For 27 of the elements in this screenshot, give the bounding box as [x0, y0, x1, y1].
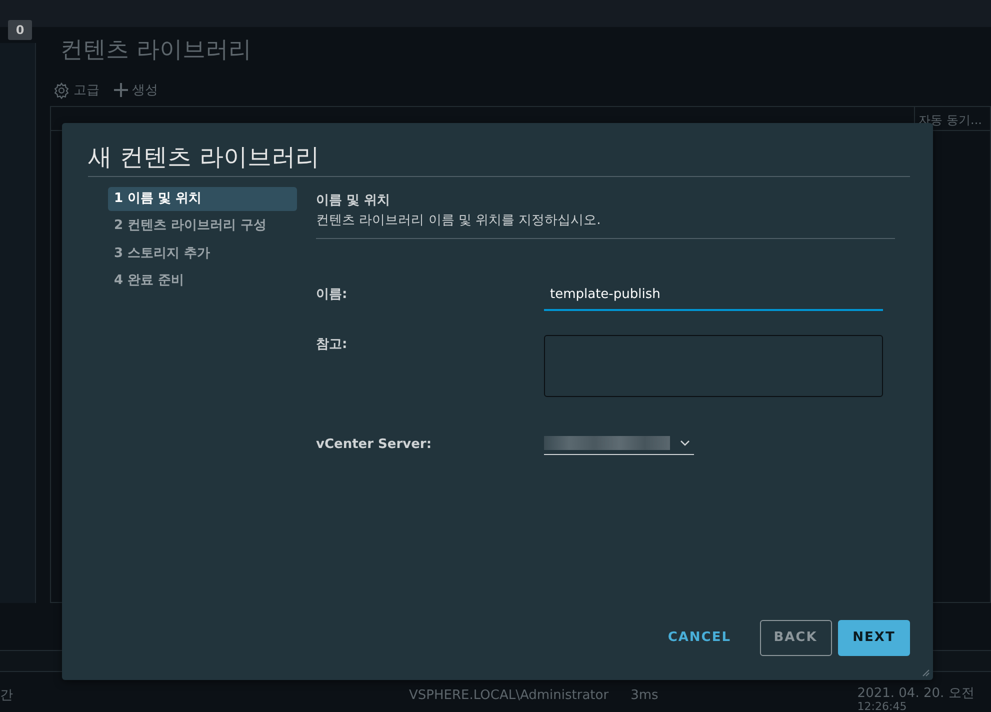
status-text: 간 — [0, 687, 13, 705]
date-text: 2021. 04. 20. 오전 — [857, 687, 974, 701]
advanced-button[interactable]: 고급 — [53, 80, 100, 100]
plus-icon — [112, 82, 128, 98]
section-description: 컨텐츠 라이브러리 이름 및 위치를 지정하십시오. — [316, 210, 895, 239]
gear-icon — [53, 82, 70, 99]
time-text: 12:26:45 — [857, 701, 908, 712]
field-label: 이름: — [316, 286, 348, 304]
user-name: VSPHERE.LOCAL\Administrator — [409, 687, 609, 705]
wizard-step[interactable]: 4 완료 준비 — [108, 268, 297, 293]
create-button[interactable]: 생성 — [112, 80, 158, 100]
wizard-step[interactable]: 2 컨텐츠 라이브러리 구성 — [108, 214, 297, 238]
field-label: vCenter Server: — [316, 436, 433, 454]
dialog-title: 새 컨텐츠 라이브러리 — [88, 123, 910, 177]
wizard-step[interactable]: 3 스토리지 추가 — [108, 242, 297, 266]
section-title: 이름 및 위치 — [316, 192, 392, 210]
page-title: 컨텐츠 라이브러리 — [60, 36, 252, 65]
cancel-button[interactable]: CANCEL — [654, 620, 745, 656]
count-badge: 0 — [8, 20, 32, 40]
name-input[interactable]: template-publish — [544, 281, 883, 310]
chevron-down-icon — [680, 440, 690, 446]
wizard-step[interactable]: 1 이름 및 위치 — [108, 187, 297, 211]
resize-handle-icon[interactable] — [922, 669, 930, 677]
next-button[interactable]: NEXT — [838, 620, 910, 656]
field-label: 참고: — [316, 336, 348, 354]
latency-text: 3ms — [630, 687, 658, 705]
back-button[interactable]: BACK — [760, 620, 832, 656]
